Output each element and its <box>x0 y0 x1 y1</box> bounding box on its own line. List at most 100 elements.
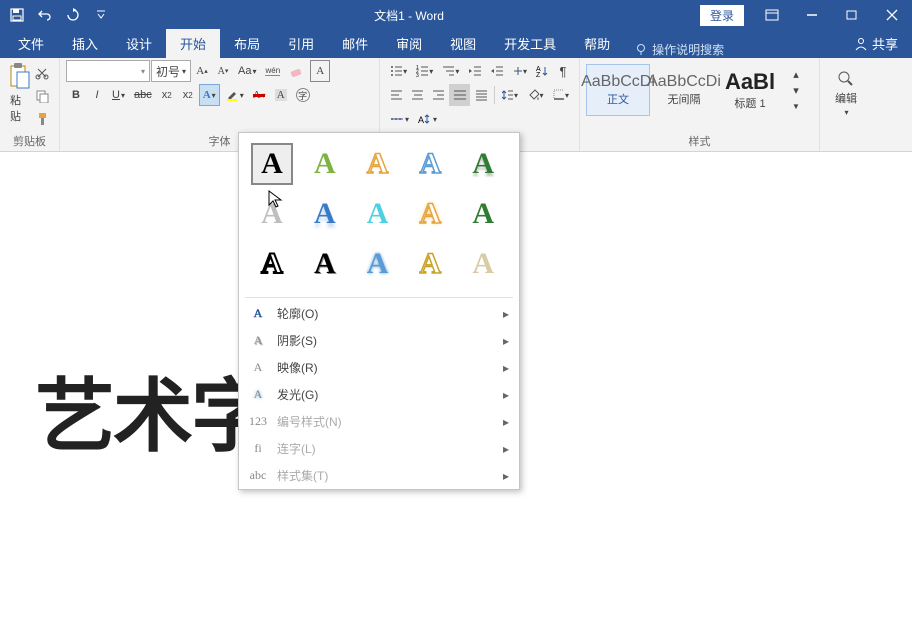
bold-button[interactable]: B <box>66 84 86 106</box>
redo-button[interactable] <box>60 2 86 28</box>
tab-design[interactable]: 设计 <box>112 29 166 58</box>
sort-button[interactable]: AZ <box>532 60 552 82</box>
text-effect-preset-12[interactable]: A <box>304 243 346 285</box>
text-effect-preset-2[interactable]: A <box>304 143 346 185</box>
tab-home[interactable]: 开始 <box>166 29 220 58</box>
style-heading1[interactable]: AaBl 标题 1 <box>718 64 782 116</box>
tab-insert[interactable]: 插入 <box>58 29 112 58</box>
undo-button[interactable] <box>32 2 58 28</box>
superscript-button[interactable]: x2 <box>178 84 198 106</box>
text-effect-ligatures: fi连字(L)▸ <box>239 435 519 462</box>
shrink-font-button[interactable]: A▾ <box>213 60 233 82</box>
styles-down[interactable]: ▾ <box>786 83 806 97</box>
text-effect-preset-9[interactable]: A <box>409 193 451 235</box>
maximize-button[interactable] <box>832 0 872 30</box>
align-right-button[interactable] <box>428 84 448 106</box>
text-effect-preset-1[interactable]: A <box>251 143 293 185</box>
text-effects-button[interactable]: A▾ <box>199 84 220 106</box>
tab-file[interactable]: 文件 <box>4 29 58 58</box>
text-effect-glow[interactable]: A发光(G)▸ <box>239 381 519 408</box>
share-button[interactable]: 共享 <box>840 29 912 58</box>
copy-button[interactable] <box>31 85 53 107</box>
copy-icon <box>35 89 49 103</box>
text-effect-preset-10[interactable]: A <box>462 193 504 235</box>
font-name-combo[interactable]: ▾ <box>66 60 150 82</box>
font-size-combo[interactable]: 初号▾ <box>151 60 191 82</box>
tab-view[interactable]: 视图 <box>436 29 490 58</box>
highlight-button[interactable]: ▾ <box>221 84 248 106</box>
clear-formatting-button[interactable] <box>285 60 309 82</box>
align-left-button[interactable] <box>386 84 406 106</box>
tab-mailings[interactable]: 邮件 <box>328 29 382 58</box>
text-effect-preset-14[interactable]: A <box>409 243 451 285</box>
justify-button[interactable] <box>449 84 469 106</box>
tell-me-search[interactable]: 操作说明搜索 <box>624 41 734 58</box>
show-marks-button[interactable]: ¶ <box>553 60 573 82</box>
ribbon-display-options[interactable] <box>752 0 792 30</box>
character-border-button[interactable]: A <box>310 60 330 82</box>
editing-button[interactable]: 编辑 ▾ <box>826 60 866 126</box>
svg-text:Z: Z <box>536 72 541 77</box>
grow-font-button[interactable]: A▴ <box>192 60 212 82</box>
style-nospacing[interactable]: AaBbCcDi 无间隔 <box>652 64 716 116</box>
qat-customize[interactable] <box>88 2 114 28</box>
text-effect-shadow[interactable]: A阴影(S)▸ <box>239 327 519 354</box>
phonetic-guide-button[interactable]: wén <box>261 60 284 82</box>
increase-indent-button[interactable] <box>486 60 507 82</box>
bullets-button[interactable]: ▾ <box>386 60 411 82</box>
shading-button[interactable]: ▾ <box>523 84 547 106</box>
asian-layout-button[interactable]: ▾ <box>508 60 531 82</box>
change-case-button[interactable]: Aa▾ <box>234 60 260 82</box>
multilevel-list-button[interactable]: ▾ <box>438 60 463 82</box>
paste-button[interactable]: 粘贴 <box>6 60 31 126</box>
text-effect-reflection[interactable]: A映像(R)▸ <box>239 354 519 381</box>
eraser-icon <box>289 64 305 78</box>
character-scaling-button[interactable]: A▾ <box>414 108 441 130</box>
line-spacing-button[interactable]: ▾ <box>498 84 522 106</box>
text-effect-preset-13[interactable]: A <box>357 243 399 285</box>
login-button[interactable]: 登录 <box>700 5 744 26</box>
close-button[interactable] <box>872 0 912 30</box>
styles-more[interactable]: ▼ <box>786 99 806 113</box>
text-effect-preset-5[interactable]: A <box>462 143 504 185</box>
text-effect-preset-6[interactable]: A <box>251 193 293 235</box>
font-color-button[interactable]: A▾ <box>249 84 270 106</box>
underline-button[interactable]: U▾ <box>108 84 129 106</box>
styles-up[interactable]: ▴ <box>786 67 806 81</box>
enclose-characters-button[interactable]: 字 <box>292 84 314 106</box>
highlighter-icon <box>225 88 239 102</box>
text-effect-preset-4[interactable]: A <box>409 143 451 185</box>
minimize-button[interactable] <box>792 0 832 30</box>
text-effect-preset-7[interactable]: A <box>304 193 346 235</box>
tab-review[interactable]: 审阅 <box>382 29 436 58</box>
text-effect-preset-8[interactable]: A <box>357 193 399 235</box>
cut-button[interactable] <box>31 62 53 84</box>
numbering-button[interactable]: 123▾ <box>412 60 437 82</box>
distributed-button[interactable] <box>471 84 491 106</box>
clipboard-icon <box>7 62 31 90</box>
align-center-button[interactable] <box>407 84 427 106</box>
text-effect-preset-3[interactable]: A <box>357 143 399 185</box>
tab-developer[interactable]: 开发工具 <box>490 29 570 58</box>
style-normal[interactable]: AaBbCcDi 正文 <box>586 64 650 116</box>
strikethrough-button[interactable]: abc <box>130 84 156 106</box>
tab-references[interactable]: 引用 <box>274 29 328 58</box>
snap-to-grid-button[interactable]: ▾ <box>386 108 413 130</box>
text-effect-style-sets: abc样式集(T)▸ <box>239 462 519 489</box>
borders-button[interactable]: ▾ <box>549 84 573 106</box>
svg-text:3: 3 <box>416 73 419 77</box>
text-effect-preset-11[interactable]: A <box>251 243 293 285</box>
format-painter-button[interactable] <box>31 108 53 130</box>
text-effect-outline[interactable]: A轮廓(O)▸ <box>239 300 519 327</box>
subscript-button[interactable]: x2 <box>157 84 177 106</box>
tab-help[interactable]: 帮助 <box>570 29 624 58</box>
text-effect-preset-15[interactable]: A <box>462 243 504 285</box>
save-button[interactable] <box>4 2 30 28</box>
document-text[interactable]: 艺术字 <box>35 352 269 468</box>
character-shading-button[interactable]: A <box>271 84 291 106</box>
tab-layout[interactable]: 布局 <box>220 29 274 58</box>
decrease-indent-button[interactable] <box>464 60 485 82</box>
svg-text:A: A <box>418 115 424 125</box>
italic-button[interactable]: I <box>87 84 107 106</box>
lightbulb-icon <box>634 43 648 57</box>
